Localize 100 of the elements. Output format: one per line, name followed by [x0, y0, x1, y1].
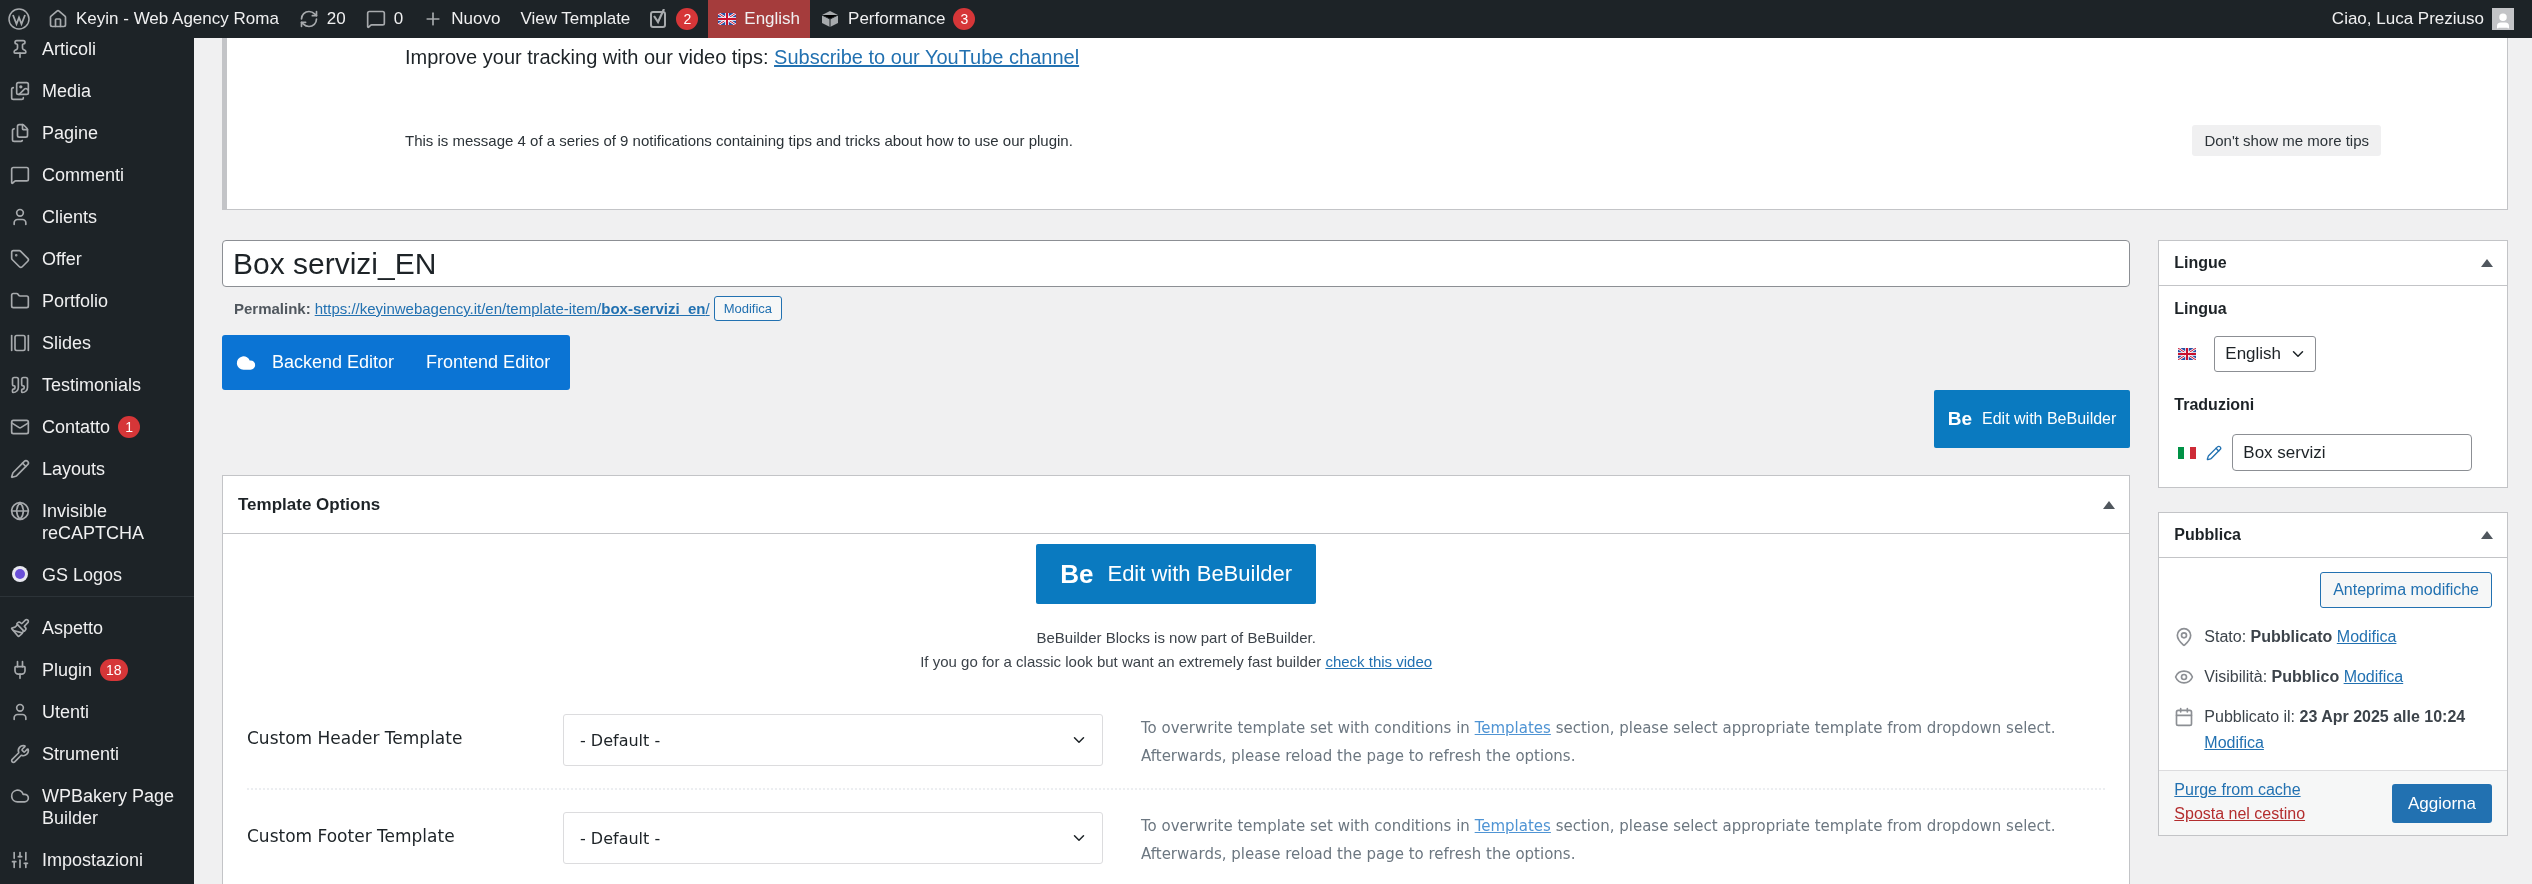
permalink-link[interactable]: https://keyinwebagency.it/en/template-item/box-servizi_en/ [314, 300, 710, 317]
editor-tab[interactable]: Backend Editor [256, 335, 411, 390]
sidebar-item[interactable]: Pagine [0, 112, 194, 154]
publish-info: Visibilità: Pubblico Modifica [2204, 667, 2404, 687]
sidebar-item[interactable]: GS Logos [0, 554, 194, 596]
collapse-arrow-icon[interactable] [2103, 500, 2116, 509]
uk-flag-icon [718, 13, 737, 25]
edit-link[interactable]: Modifica [2336, 628, 2397, 645]
preview-button[interactable]: Anteprima modifiche [2320, 572, 2492, 608]
cube-icon [820, 9, 841, 29]
pencil-icon[interactable] [2206, 444, 2223, 461]
italy-flag-icon [2178, 446, 2197, 459]
sidebar-item[interactable]: Layouts [0, 448, 194, 490]
dismiss-button[interactable]: Don't show me more tips [2192, 125, 2381, 156]
language-dropdown[interactable]: English [2214, 336, 2317, 372]
sidebar-item[interactable]: Offer [0, 238, 194, 280]
count-badge: 2 [676, 8, 699, 30]
images-icon [10, 81, 30, 101]
documents-icon [10, 123, 30, 143]
panel-title: Template Options [238, 494, 381, 515]
cloud-icon [10, 786, 30, 806]
option-label: Custom Header Template [247, 727, 464, 748]
toolbar-item[interactable]: 20 [288, 0, 356, 38]
sidebar-item[interactable]: Clients [0, 196, 194, 238]
sidebar-item[interactable]: Aspetto [0, 596, 194, 649]
edit-permalink-button[interactable]: Modifica [713, 296, 783, 321]
sidebar-item[interactable]: Plugin 18 [0, 649, 194, 691]
edit-link[interactable]: Modifica [2343, 668, 2404, 685]
notice-message: This is message 4 of a series of 9 notifications containing tips and tricks about how to use our plugin. [405, 132, 1073, 149]
count-badge: 3 [953, 8, 976, 30]
count-badge: 18 [100, 659, 128, 681]
info-text: BeBuilder Blocks is now part of BeBuilder. [1036, 628, 1316, 648]
option-description: To overwrite template set with conditions in Templates section, please select appropriate template from dropdown select. Afterwards, please reload the page to refresh the options. [1141, 718, 2057, 767]
dot-icon [10, 564, 30, 584]
collapse-arrow-icon[interactable] [2481, 259, 2493, 267]
sidebar-item[interactable]: Slides [0, 322, 194, 364]
brush-icon [10, 618, 30, 638]
sliders-icon [10, 850, 30, 870]
panel-title: Pubblica [2174, 526, 2241, 544]
home-icon [48, 9, 68, 29]
option-description: To overwrite template set with conditions in Templates section, please select appropriate template from dropdown select. Afterwards, please reload the page to refresh the options. [1141, 816, 2057, 865]
sidebar-item[interactable]: Testimonials [0, 364, 194, 406]
language-label: Lingua [2174, 300, 2228, 318]
pencil-icon [10, 459, 30, 479]
editor-tab[interactable]: Frontend Editor [410, 335, 567, 390]
quote-icon [10, 375, 30, 395]
bebuilder-button[interactable]: Be Edit with BeBuilder [1036, 544, 1317, 604]
publish-info: Pubblicato il: 23 Apr 2025 alle 10:24 Modifica [2204, 707, 2467, 753]
permalink-label: Permalink: [234, 300, 311, 317]
calendar-icon [2174, 707, 2195, 727]
info-text: If you go for a classic look but want an extremely fast builder check this video [920, 652, 1433, 672]
account-menu[interactable]: Ciao, Luca Preziuso [2321, 0, 2532, 38]
toolbar-item[interactable]: Performance 3 [810, 0, 986, 38]
speech-bubble-icon [365, 9, 386, 29]
person-icon [10, 207, 30, 227]
slides-icon [10, 333, 30, 353]
purge-cache-link[interactable]: Purge from cache [2174, 781, 2306, 799]
speech-bubble-icon [10, 165, 30, 185]
translations-label: Traduzioni [2174, 396, 2256, 414]
youtube-link[interactable]: Subscribe to our YouTube channel [774, 46, 1080, 68]
folder-icon [10, 291, 30, 311]
refresh-icon [298, 9, 319, 29]
toolbar-item[interactable]: 2 [640, 0, 709, 38]
update-button[interactable]: Aggiorna [2391, 784, 2492, 823]
toolbar-item[interactable]: English [708, 0, 811, 38]
option-label: Custom Footer Template [247, 825, 456, 846]
sidebar-item[interactable]: Strumenti [0, 733, 194, 775]
sidebar-item[interactable]: Media [0, 70, 194, 112]
avatar-icon [2492, 8, 2514, 30]
sidebar-item[interactable]: Commenti [0, 154, 194, 196]
toolbar-item[interactable]: 0 [355, 0, 414, 38]
toolbar-item[interactable]: View Template [510, 0, 641, 38]
bebuilder-button[interactable]: Be Edit with BeBuilder [1933, 390, 2131, 448]
tag-icon [10, 249, 30, 269]
sidebar-item[interactable]: Contatto 1 [0, 406, 194, 448]
trash-link[interactable]: Sposta nel cestino [2174, 805, 2306, 823]
template-dropdown[interactable]: - Default - [563, 812, 1103, 864]
sidebar-item[interactable]: Portfolio [0, 280, 194, 322]
sidebar-item[interactable]: Impostazioni [0, 839, 194, 881]
video-link[interactable]: check this video [1325, 653, 1433, 670]
pin-icon [10, 39, 30, 59]
notice-text: Improve your tracking with our video tips: Subscribe to our YouTube channel [405, 46, 1081, 69]
translation-field[interactable]: Box servizi [2232, 434, 2473, 471]
sidebar-item[interactable]: Utenti [0, 691, 194, 733]
toolbar-item[interactable]: Nuovo [413, 0, 511, 38]
person-icon [10, 702, 30, 722]
uk-flag-icon [2178, 348, 2197, 360]
panel-title: Lingue [2174, 254, 2227, 272]
publish-info: Stato: Pubblicato Modifica [2204, 627, 2397, 647]
sidebar-item[interactable]: Invisible reCAPTCHA [0, 490, 194, 554]
edit-link[interactable]: Modifica [2204, 734, 2264, 751]
collapse-arrow-icon[interactable] [2481, 531, 2493, 539]
template-dropdown[interactable]: - Default - [563, 714, 1103, 766]
count-badge: 1 [118, 416, 141, 438]
wordpress-logo-icon[interactable] [8, 8, 30, 30]
toolbar-item[interactable]: Keyin - Web Agency Roma [38, 0, 289, 38]
globe-icon [10, 501, 30, 521]
title-field[interactable]: Box servizi_EN [222, 240, 2131, 287]
envelope-icon [10, 417, 30, 437]
sidebar-item[interactable]: WPBakery Page Builder [0, 775, 194, 839]
